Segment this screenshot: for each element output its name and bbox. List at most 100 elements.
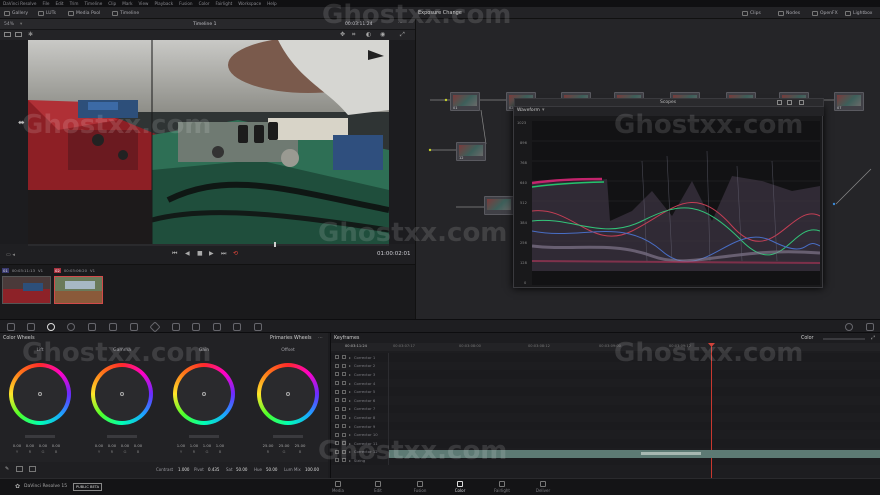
skip-back-icon[interactable]: ⏮	[172, 250, 177, 258]
keyframe-add-icon[interactable]	[342, 398, 346, 403]
wheels-mode-select[interactable]: Primaries Wheels	[270, 336, 312, 341]
page-tab-media[interactable]: Media	[323, 480, 353, 495]
menu-item[interactable]: View	[139, 1, 149, 6]
expand-arrow-icon[interactable]: ▸	[349, 406, 351, 411]
expand-arrow-icon[interactable]: ▸	[349, 424, 351, 429]
play-icon[interactable]: ▶	[209, 250, 214, 257]
offset-wheel-handle[interactable]	[286, 392, 290, 396]
lock-icon[interactable]	[335, 424, 339, 429]
lock-icon[interactable]	[335, 415, 339, 420]
menu-item[interactable]: DaVinci Resolve	[3, 1, 36, 6]
menu-item[interactable]: Fusion	[179, 1, 192, 6]
lock-icon[interactable]	[335, 381, 339, 386]
contrast-field[interactable]: 1.000	[178, 467, 189, 472]
scopes-window[interactable]: Scopes Waveform ▾ 1023 896 768 640 512 3…	[513, 98, 824, 288]
color-wheels-icon[interactable]	[47, 323, 55, 331]
lock-icon[interactable]	[335, 355, 339, 360]
lock-icon[interactable]	[335, 458, 339, 463]
eye-icon[interactable]: ◉	[380, 31, 385, 38]
transform-icon[interactable]: ✥	[340, 31, 345, 38]
qualifier-icon[interactable]	[130, 323, 138, 331]
expand-arrow-icon[interactable]: ▸	[349, 415, 351, 420]
split-screen-icon[interactable]	[4, 32, 11, 37]
expand-icon[interactable]: ⤢	[400, 31, 405, 39]
loop-icon[interactable]: ⟲	[233, 250, 238, 257]
playhead[interactable]	[274, 242, 276, 247]
lock-icon[interactable]	[335, 372, 339, 377]
audio-icon[interactable]: ▭ ◂	[6, 252, 15, 258]
auto-balance-icon[interactable]	[16, 466, 23, 472]
node-01[interactable]: 01	[450, 92, 480, 111]
grid-icon[interactable]	[15, 32, 22, 37]
curves-icon[interactable]	[109, 323, 117, 331]
scrub-bar[interactable]	[28, 244, 389, 246]
gain-master-slider[interactable]	[189, 435, 219, 438]
chevron-down-icon[interactable]: ▾	[542, 107, 545, 113]
node-12[interactable]: 12	[456, 142, 486, 161]
color-match-icon[interactable]	[27, 323, 35, 331]
expand-arrow-icon[interactable]: ▸	[349, 363, 351, 368]
saturation-field[interactable]: 50.00	[236, 467, 247, 472]
play-reverse-icon[interactable]: ◀	[185, 250, 190, 257]
gamma-values[interactable]: 0.00 0.00 0.00 0.00	[94, 443, 143, 448]
camera-raw-icon[interactable]	[7, 323, 15, 331]
chevron-down-icon[interactable]: ▾	[20, 22, 22, 27]
keyframe-row[interactable]: ▸ Corrector 9	[331, 421, 880, 431]
menu-item[interactable]: File	[42, 1, 49, 6]
keyframe-ruler[interactable]: 00:03:11:24 00:03:07:17 00:03:08:00 00:0…	[331, 343, 880, 351]
keyframe-zoom-slider[interactable]	[823, 338, 865, 340]
sizing-keyframe-segment[interactable]	[641, 452, 701, 455]
gear-icon[interactable]: ✱	[28, 31, 33, 38]
menu-item[interactable]: Playback	[154, 1, 173, 6]
eyedropper-icon[interactable]: ✎	[5, 466, 9, 472]
page-tab-color[interactable]: Color	[445, 480, 475, 495]
zoom-level[interactable]: 54%	[4, 22, 14, 27]
keyframe-mode-select[interactable]: Color	[801, 336, 814, 341]
wipe-drag-handle[interactable]: ⬌	[18, 118, 25, 127]
lock-icon[interactable]	[335, 398, 339, 403]
stop-icon[interactable]: ■	[197, 250, 203, 257]
gain-wheel-handle[interactable]	[202, 392, 206, 396]
lift-wheel[interactable]	[9, 363, 71, 425]
timeline-name[interactable]: Timeline 1	[193, 22, 216, 27]
scope-layout-icon-3[interactable]	[799, 100, 804, 105]
expand-arrow-icon[interactable]: ▸	[349, 372, 351, 377]
keyframe-add-icon[interactable]	[342, 381, 346, 386]
keyframe-add-icon[interactable]	[342, 406, 346, 411]
more-options-icon[interactable]: ⋯	[398, 21, 403, 26]
hue-field[interactable]: 50.00	[266, 467, 277, 472]
offset-master-slider[interactable]	[273, 435, 303, 438]
keyframe-add-icon[interactable]	[342, 372, 346, 377]
rgb-mixer-icon[interactable]	[67, 323, 75, 331]
gamma-wheel-handle[interactable]	[120, 392, 124, 396]
keyframe-add-icon[interactable]	[342, 441, 346, 446]
scope-layout-icon-2[interactable]	[787, 100, 792, 105]
window-icon[interactable]	[149, 321, 161, 333]
key-icon[interactable]	[233, 323, 241, 331]
scopes-toggle-icon[interactable]	[845, 323, 853, 331]
node-parallel[interactable]	[484, 196, 514, 215]
viewer-frame[interactable]: ◂▸	[28, 40, 389, 244]
offset-values[interactable]: 25.00 25.00 25.00	[262, 443, 306, 448]
reset-icon[interactable]	[29, 466, 36, 472]
scopes-titlebar[interactable]: Scopes	[514, 98, 824, 107]
keyframe-row[interactable]: ▸ Corrector 2	[331, 361, 880, 371]
clip-thumbnail-selected[interactable]	[54, 276, 103, 304]
keyframe-row[interactable]: ▸ Corrector 6	[331, 396, 880, 405]
sizing-track-bar[interactable]	[389, 450, 880, 458]
menu-item[interactable]: Trim	[70, 1, 79, 6]
blur-icon[interactable]	[213, 323, 221, 331]
lift-master-slider[interactable]	[25, 435, 55, 438]
expand-arrow-icon[interactable]: ▸	[349, 441, 351, 446]
gain-values[interactable]: 1.00 1.00 1.00 1.00	[176, 443, 225, 448]
wipe-icon[interactable]: ◐	[366, 31, 371, 38]
menu-item[interactable]: Clip	[108, 1, 116, 6]
skip-forward-icon[interactable]: ⏭	[221, 250, 226, 258]
keyframe-add-icon[interactable]	[342, 415, 346, 420]
expand-arrow-icon[interactable]: ▸	[349, 449, 351, 454]
keyframe-row[interactable]: ▸ Corrector 10	[331, 430, 880, 439]
lock-icon[interactable]	[335, 389, 339, 394]
expand-arrow-icon[interactable]: ▸	[349, 381, 351, 386]
keyframe-add-icon[interactable]	[342, 449, 346, 454]
menu-item[interactable]: Workspace	[238, 1, 261, 6]
